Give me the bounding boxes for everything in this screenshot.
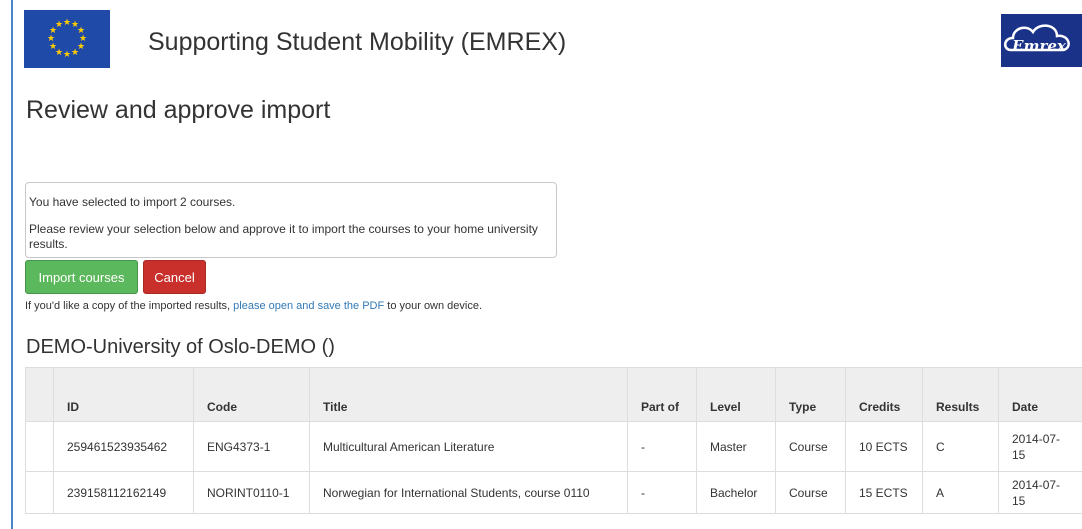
column-header-date[interactable]: Date: [998, 367, 1082, 422]
cancel-button[interactable]: Cancel: [143, 260, 206, 294]
cell-select[interactable]: [25, 471, 54, 514]
cell-id: 239158112162149: [53, 471, 194, 514]
cell-type: Course: [775, 471, 846, 514]
site-title: Supporting Student Mobility (EMREX): [148, 28, 567, 56]
import-courses-button[interactable]: Import courses: [25, 260, 138, 294]
pdf-copy-note: If you'd like a copy of the imported res…: [25, 300, 482, 312]
info-review-instructions: Please review your selection below and a…: [29, 222, 538, 251]
open-pdf-link[interactable]: please open and save the PDF: [233, 300, 384, 312]
site-header: ★ ★ ★ ★ ★ ★ ★ ★ ★ ★ ★ ★ Supporting Stude…: [24, 10, 1082, 70]
cell-results: C: [922, 421, 999, 472]
cell-code: NORINT0110-1: [193, 471, 310, 514]
column-header-results[interactable]: Results: [922, 367, 999, 422]
svg-text:★: ★: [63, 50, 71, 60]
courses-table: ID Code Title Part of Level Type Credits…: [25, 367, 1082, 514]
table-row[interactable]: 239158112162149 NORINT0110-1 Norwegian f…: [25, 471, 1082, 514]
column-header-select: [25, 367, 54, 422]
cell-type: Course: [775, 421, 846, 472]
emrex-logo: Emrex: [1001, 14, 1082, 67]
cell-date: 2014-07-15: [998, 471, 1082, 514]
eu-flag-logo: ★ ★ ★ ★ ★ ★ ★ ★ ★ ★ ★ ★: [24, 10, 110, 68]
cell-title: Norwegian for International Students, co…: [309, 471, 628, 514]
window-frame-border: [11, 0, 13, 529]
page-title: Review and approve import: [26, 96, 331, 124]
cell-select[interactable]: [25, 421, 54, 472]
cell-part-of: -: [627, 421, 697, 472]
university-heading: DEMO-University of Oslo-DEMO (): [26, 336, 335, 358]
column-header-title[interactable]: Title: [309, 367, 628, 422]
cell-level: Master: [696, 421, 776, 472]
column-header-id[interactable]: ID: [53, 367, 194, 422]
cell-title: Multicultural American Literature: [309, 421, 628, 472]
column-header-credits[interactable]: Credits: [845, 367, 923, 422]
cell-id: 259461523935462: [53, 421, 194, 472]
table-row[interactable]: 259461523935462 ENG4373-1 Multicultural …: [25, 421, 1082, 472]
cell-part-of: -: [627, 471, 697, 514]
import-info-box: You have selected to import 2 courses. P…: [25, 182, 557, 258]
table-header-row: ID Code Title Part of Level Type Credits…: [25, 367, 1082, 422]
pdf-note-suffix: to your own device.: [384, 300, 483, 312]
svg-text:★: ★: [71, 48, 79, 58]
svg-text:★: ★: [55, 20, 63, 30]
cell-level: Bachelor: [696, 471, 776, 514]
cell-credits: 15 ECTS: [845, 471, 923, 514]
cell-code: ENG4373-1: [193, 421, 310, 472]
cell-date: 2014-07-15: [998, 421, 1082, 472]
cell-results: A: [922, 471, 999, 514]
emrex-logo-text: Emrex: [1011, 37, 1067, 55]
svg-text:★: ★: [63, 18, 71, 28]
column-header-code[interactable]: Code: [193, 367, 310, 422]
column-header-level[interactable]: Level: [696, 367, 776, 422]
info-selected-count: You have selected to import 2 courses.: [29, 195, 236, 209]
cell-credits: 10 ECTS: [845, 421, 923, 472]
pdf-note-prefix: If you'd like a copy of the imported res…: [25, 300, 234, 312]
column-header-type[interactable]: Type: [775, 367, 846, 422]
column-header-part-of[interactable]: Part of: [627, 367, 697, 422]
